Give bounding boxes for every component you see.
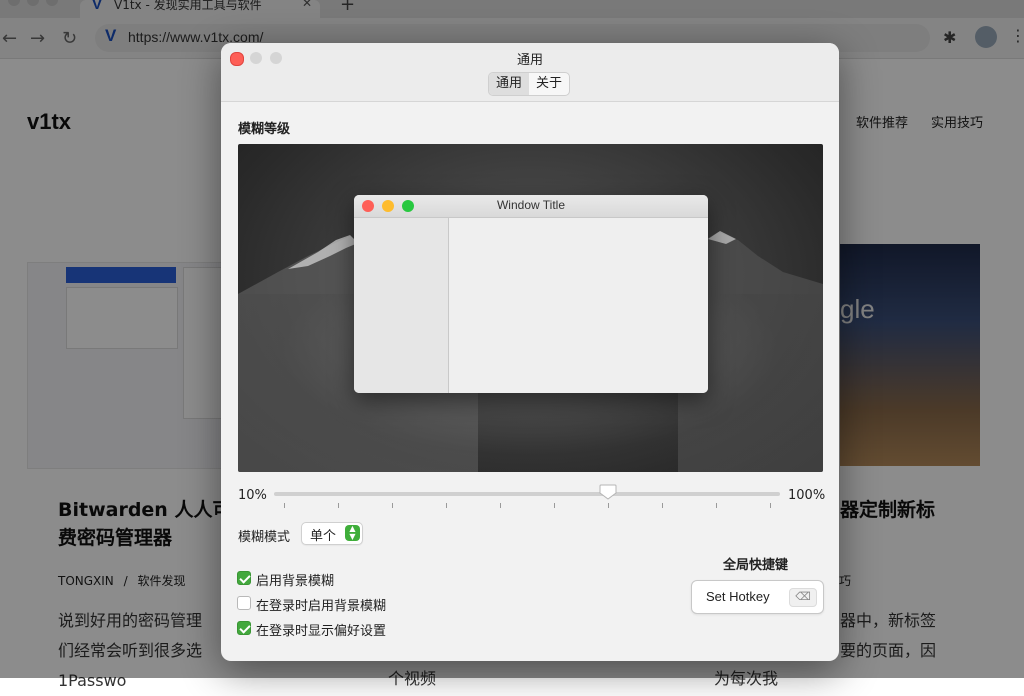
slider-tick [338,503,339,508]
sample-window: Window Title [354,195,708,393]
window-title: 通用 [516,53,543,68]
global-hotkey-label: 全局快捷键 [723,558,789,573]
sample-window-titlebar: Window Title [354,195,708,218]
blur-mode-label: 模糊模式 [238,530,291,545]
checkbox[interactable] [237,596,251,610]
slider-min-label: 10% [238,488,267,503]
slider-tick [446,503,447,508]
tab-general[interactable]: 通用 [489,73,530,95]
chevron-updown-icon: ▲ ▼ [345,525,360,541]
slider-tick [716,503,717,508]
sample-window-title: Window Title [496,198,566,212]
slider-tick [284,503,285,508]
checkbox[interactable] [237,621,251,635]
set-hotkey-button[interactable]: Set Hotkey ⌫ [691,580,824,614]
blur-preview: Window Title [238,144,823,472]
blur-mode-value: 单个 [310,529,337,544]
blur-level-label: 模糊等级 [238,122,291,137]
tab-about[interactable]: 关于 [529,73,569,95]
blur-mode-select[interactable]: 单个 ▲ ▼ [301,522,363,545]
sample-window-content [449,218,708,393]
window-titlebar[interactable]: 通用 通用 关于 [221,43,839,102]
set-hotkey-label: Set Hotkey [706,589,770,604]
prefs-tab-control: 通用 关于 [488,72,571,96]
clear-hotkey-icon[interactable]: ⌫ [789,588,817,607]
checkbox-label[interactable]: 在登录时启用背景模糊 [256,595,386,614]
slider-tick [608,503,609,508]
checkbox-label[interactable]: 在登录时显示偏好设置 [256,620,386,639]
slider-tick [392,503,393,508]
checkbox[interactable] [237,571,251,585]
slider-tick [770,503,771,508]
blur-slider-track[interactable] [274,492,780,496]
preferences-window: 通用 通用 关于 模糊等级 Window Title 10% 100% 模糊模式… [221,43,839,661]
slider-tick [662,503,663,508]
checkbox-label[interactable]: 启用背景模糊 [256,570,334,589]
sample-window-sidebar [354,218,449,393]
slider-max-label: 100% [788,488,826,503]
slider-tick [500,503,501,508]
blur-slider-thumb[interactable] [599,484,617,500]
slider-tick [554,503,555,508]
